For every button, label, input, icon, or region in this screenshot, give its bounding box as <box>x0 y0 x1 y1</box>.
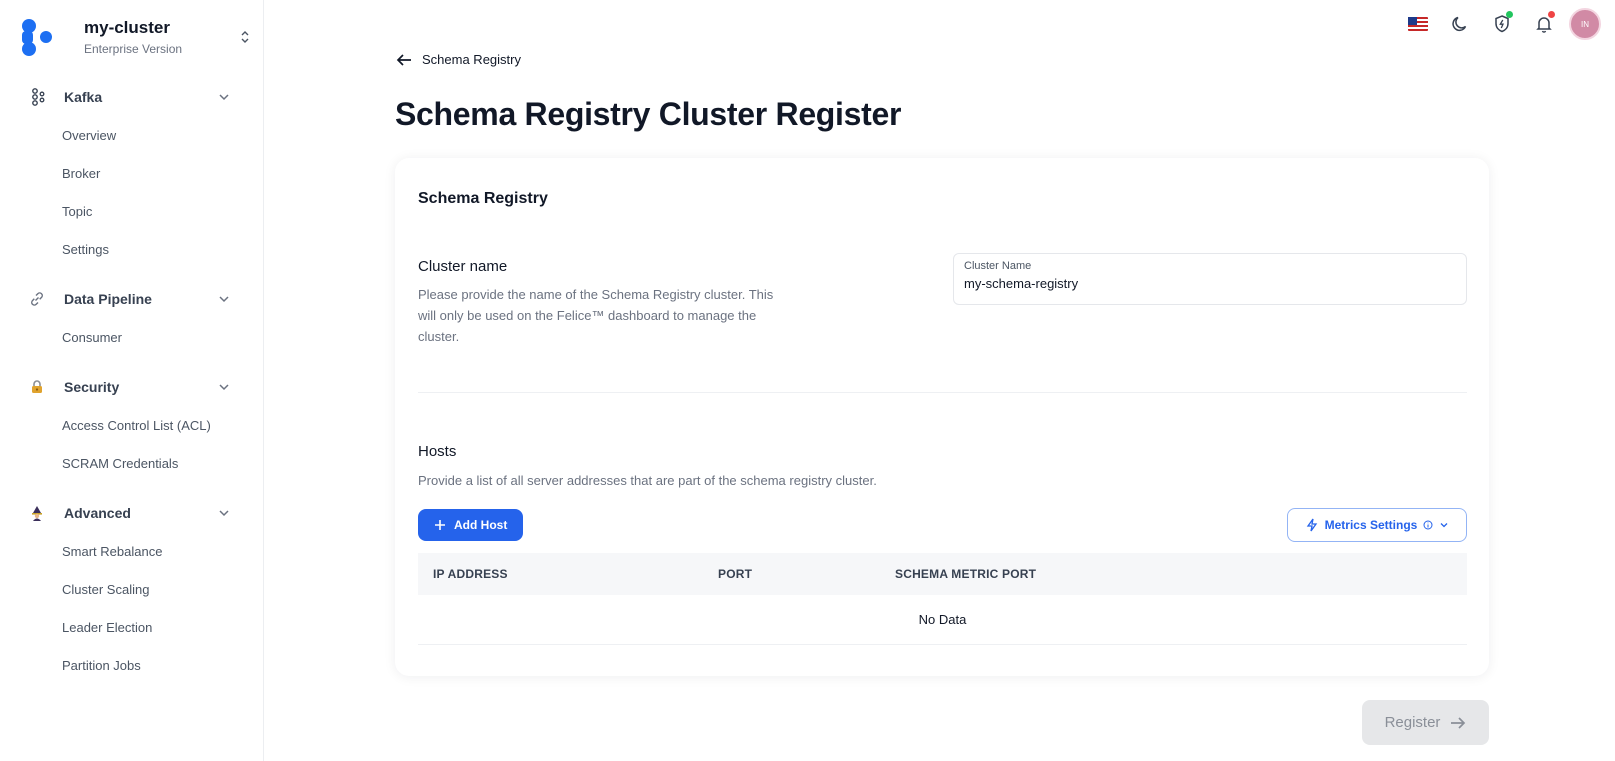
register-card: Schema Registry Cluster name Please prov… <box>395 158 1489 676</box>
kafka-icon <box>28 88 46 106</box>
cluster-switcher[interactable]: my-cluster Enterprise Version <box>18 14 254 60</box>
add-host-button[interactable]: Add Host <box>418 509 524 541</box>
register-button[interactable]: Register <box>1362 700 1489 745</box>
section-divider <box>418 392 1467 393</box>
lightning-icon <box>1306 518 1317 532</box>
sidebar-item-cluster-scaling[interactable]: Cluster Scaling <box>0 570 264 608</box>
chevron-down-icon <box>219 94 229 101</box>
sidebar-item-consumer[interactable]: Consumer <box>0 318 264 356</box>
main-content: Schema Registry Schema Registry Cluster … <box>264 0 1615 761</box>
cluster-name-input[interactable] <box>964 276 1456 291</box>
sidebar-item-leader-election[interactable]: Leader Election <box>0 608 264 646</box>
chevron-down-icon <box>219 384 229 391</box>
sidebar-item-scram-credentials[interactable]: SCRAM Credentials <box>0 444 264 482</box>
card-title: Schema Registry <box>418 190 548 207</box>
sidebar-item-topic[interactable]: Topic <box>0 192 264 230</box>
cluster-name-heading: Cluster name <box>418 258 508 275</box>
chevron-down-icon <box>219 296 229 303</box>
cluster-edition: Enterprise Version <box>84 42 183 56</box>
sidebar-group-label: Data Pipeline <box>64 291 152 307</box>
column-port: PORT <box>718 567 753 581</box>
sidebar-item-settings[interactable]: Settings <box>0 230 264 268</box>
link-icon <box>28 290 46 308</box>
hosts-table-header: IP ADDRESS PORT SCHEMA METRIC PORT <box>418 553 1467 595</box>
sidebar-group-kafka[interactable]: Kafka <box>0 78 264 116</box>
hosts-table-empty: No Data <box>418 595 1467 645</box>
column-schema-metric-port: SCHEMA METRIC PORT <box>895 567 1037 581</box>
sidebar-group-data-pipeline[interactable]: Data Pipeline <box>0 280 264 318</box>
cluster-name-field[interactable]: Cluster Name <box>953 253 1467 305</box>
hosts-heading: Hosts <box>418 443 457 460</box>
lock-icon <box>28 378 46 396</box>
metrics-settings-label: Metrics Settings <box>1324 518 1418 532</box>
back-link-label: Schema Registry <box>422 52 521 67</box>
brand-logo <box>18 17 58 57</box>
arrow-left-icon <box>396 53 411 66</box>
sidebar-item-broker[interactable]: Broker <box>0 154 264 192</box>
add-host-label: Add Host <box>454 518 508 532</box>
hosts-description: Provide a list of all server addresses t… <box>418 473 877 488</box>
sidebar-nav: Kafka Overview Broker Topic Settings Dat… <box>0 78 264 684</box>
info-icon <box>1423 520 1433 530</box>
sidebar-item-acl[interactable]: Access Control List (ACL) <box>0 406 264 444</box>
chevron-down-icon <box>219 510 229 517</box>
sidebar-group-label: Advanced <box>64 505 131 521</box>
sidebar-item-overview[interactable]: Overview <box>0 116 264 154</box>
back-link[interactable]: Schema Registry <box>396 52 521 67</box>
cluster-name-description-1: Please provide the name of the Schema Re… <box>418 287 774 302</box>
sidebar-group-security[interactable]: Security <box>0 368 264 406</box>
metrics-settings-button[interactable]: Metrics Settings <box>1287 508 1467 542</box>
cluster-name-field-label: Cluster Name <box>964 260 1032 272</box>
sidebar-item-partition-jobs[interactable]: Partition Jobs <box>0 646 264 684</box>
cluster-name: my-cluster <box>84 18 170 37</box>
plus-icon <box>435 520 445 530</box>
register-label: Register <box>1384 714 1441 731</box>
sidebar-group-label: Security <box>64 379 120 395</box>
sidebar-group-advanced[interactable]: Advanced <box>0 494 264 532</box>
chevron-up-down-icon[interactable] <box>236 25 254 49</box>
arrow-right-icon <box>1451 716 1466 729</box>
page-title: Schema Registry Cluster Register <box>395 96 902 132</box>
sidebar-group-label: Kafka <box>64 89 103 105</box>
column-ip-address: IP ADDRESS <box>433 567 508 581</box>
cluster-name-description-3: cluster. <box>418 329 460 344</box>
sidebar: my-cluster Enterprise Version Kafka Over… <box>0 0 264 761</box>
sidebar-item-smart-rebalance[interactable]: Smart Rebalance <box>0 532 264 570</box>
cluster-name-description-2: will only be used on the Felice™ dashboa… <box>418 308 757 323</box>
chevron-down-icon <box>1440 523 1448 528</box>
wizard-icon <box>28 504 46 522</box>
